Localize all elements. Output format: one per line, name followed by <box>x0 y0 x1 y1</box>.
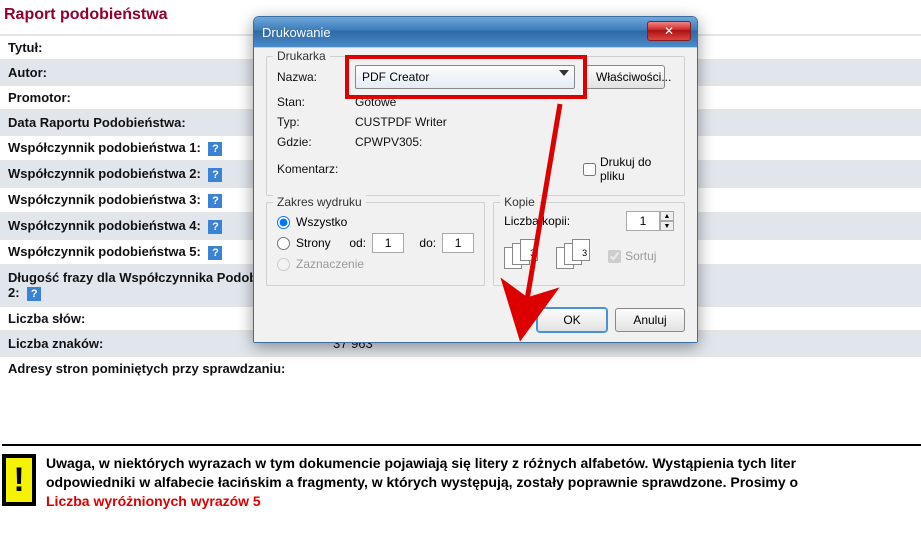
copies-up-button[interactable]: ▲ <box>660 211 674 221</box>
print-to-file-checkbox[interactable] <box>583 163 596 176</box>
collate-icon: 123 <box>556 239 598 273</box>
range-all-radio[interactable] <box>277 216 290 229</box>
printer-select-wrap: PDF Creator <box>355 65 575 89</box>
properties-button[interactable]: Właściwości... <box>583 65 665 89</box>
row-label: Adresy stron pominiętych przy sprawdzani… <box>0 356 325 380</box>
ok-button[interactable]: OK <box>537 308 607 332</box>
range-pages-row: Strony od: do: <box>277 233 474 253</box>
range-selection-radio <box>277 258 290 271</box>
state-value: Gotowe <box>355 95 674 109</box>
sort-row: Sortuj <box>608 249 656 263</box>
dialog-footer: OK Anuluj <box>254 298 697 342</box>
row-value <box>325 356 921 380</box>
copies-input[interactable] <box>626 211 660 231</box>
to-label: do: <box>419 236 436 250</box>
help-icon[interactable]: ? <box>208 246 222 260</box>
comment-label: Komentarz: <box>277 162 347 176</box>
from-label: od: <box>349 236 366 250</box>
close-button[interactable]: ✕ <box>647 21 691 41</box>
range-pages-label: Strony <box>296 236 331 250</box>
print-to-file-row: Drukuj do pliku <box>583 155 674 183</box>
range-all-row: Wszystko <box>277 215 474 229</box>
help-icon[interactable]: ? <box>27 287 41 301</box>
warning-icon: ! <box>2 454 36 506</box>
type-value: CUSTPDF Writer <box>355 115 674 129</box>
type-label: Typ: <box>277 115 347 129</box>
copies-group-title: Kopie <box>500 195 539 209</box>
where-value: CPWPV305: <box>355 135 674 149</box>
warning-text: Uwaga, w niektórych wyrazach w tym dokum… <box>46 454 798 511</box>
cancel-button[interactable]: Anuluj <box>615 308 685 332</box>
copies-spinner: ▲ ▼ <box>626 211 674 231</box>
printer-groupbox: Drukarka Nazwa: PDF Creator Właściwości.… <box>266 56 685 196</box>
range-group-title: Zakres wydruku <box>273 195 366 209</box>
table-row: Adresy stron pominiętych przy sprawdzani… <box>0 356 921 380</box>
warning-highlight: Liczba wyróżnionych wyrazów 5 <box>46 493 261 509</box>
name-label: Nazwa: <box>277 70 347 84</box>
warning-line-2: odpowiedniki w alfabecie łacińskim a fra… <box>46 474 798 490</box>
help-icon[interactable]: ? <box>208 142 222 156</box>
where-label: Gdzie: <box>277 135 347 149</box>
state-label: Stan: <box>277 95 347 109</box>
print-dialog: Drukowanie ✕ Drukarka Nazwa: PDF Creator… <box>253 16 698 343</box>
warning-line-1: Uwaga, w niektórych wyrazach w tym dokum… <box>46 455 796 471</box>
copies-groupbox: Kopie Liczba kopii: ▲ ▼ 123 <box>493 202 685 286</box>
range-groupbox: Zakres wydruku Wszystko Strony od: do: Z… <box>266 202 485 286</box>
printer-group-title: Drukarka <box>273 49 330 63</box>
collate-area: 123 123 Sortuj <box>504 239 674 273</box>
collate-icon: 123 <box>504 239 546 273</box>
warning-box: ! Uwaga, w niektórych wyrazach w tym dok… <box>2 444 921 511</box>
printer-select[interactable]: PDF Creator <box>355 65 575 89</box>
range-pages-radio[interactable] <box>277 237 290 250</box>
to-input[interactable] <box>442 233 474 253</box>
dialog-titlebar[interactable]: Drukowanie ✕ <box>254 17 697 47</box>
sort-label: Sortuj <box>625 249 656 263</box>
range-all-label: Wszystko <box>296 215 347 229</box>
copies-label: Liczba kopii: <box>504 214 570 228</box>
help-icon[interactable]: ? <box>208 194 222 208</box>
range-selection-row: Zaznaczenie <box>277 257 474 271</box>
print-to-file-label: Drukuj do pliku <box>600 155 674 183</box>
copies-down-button[interactable]: ▼ <box>660 221 674 231</box>
from-input[interactable] <box>372 233 404 253</box>
help-icon[interactable]: ? <box>208 220 222 234</box>
dialog-title: Drukowanie <box>262 25 331 40</box>
range-selection-label: Zaznaczenie <box>296 257 364 271</box>
sort-checkbox <box>608 250 621 263</box>
help-icon[interactable]: ? <box>208 168 222 182</box>
